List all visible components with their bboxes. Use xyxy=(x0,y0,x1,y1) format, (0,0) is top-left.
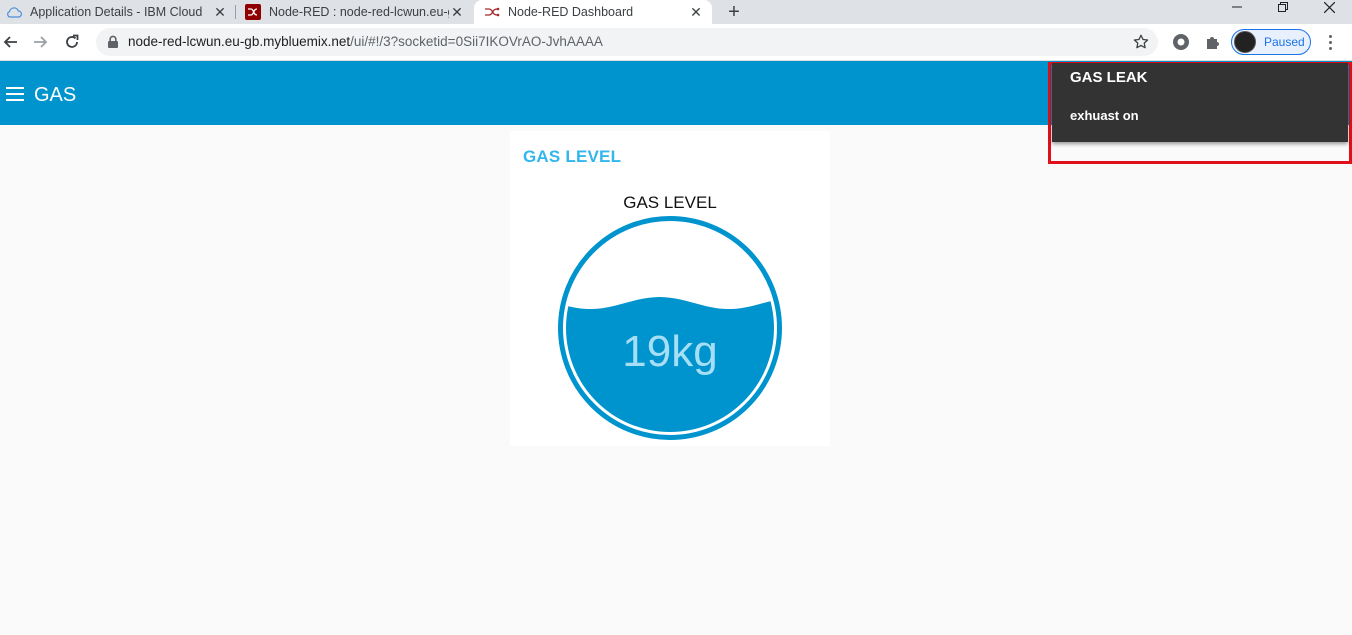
page-title: GAS xyxy=(34,84,77,106)
toast-title: GAS LEAK xyxy=(1070,69,1148,86)
gas-level-card: GAS LEVEL GAS LEVEL 19kg xyxy=(510,131,830,446)
profile-status: Paused xyxy=(1264,35,1305,49)
url-path: /ui/#!/3?socketid=0Sii7IKOVrAO-JvhAAAA xyxy=(350,34,603,49)
profile-button[interactable]: Paused xyxy=(1231,29,1311,55)
close-tab-icon[interactable]: ✕ xyxy=(688,4,704,20)
browser-menu-icon[interactable] xyxy=(1322,33,1338,51)
tab-separator xyxy=(235,5,236,19)
toast-message: exhuast on xyxy=(1070,108,1139,123)
browser-toolbar: node-red-lcwun.eu-gb.mybluemix.net/ui/#!… xyxy=(0,24,1352,61)
address-bar[interactable]: node-red-lcwun.eu-gb.mybluemix.net/ui/#!… xyxy=(96,28,1158,56)
close-window-button[interactable] xyxy=(1306,0,1352,14)
url-text: node-red-lcwun.eu-gb.mybluemix.net/ui/#!… xyxy=(128,34,603,49)
forward-button[interactable] xyxy=(29,31,51,53)
close-tab-icon[interactable]: ✕ xyxy=(212,4,228,20)
menu-icon[interactable] xyxy=(6,87,24,101)
group-title: GAS LEVEL xyxy=(523,147,622,166)
tab-node-red-dashboard[interactable]: Node-RED Dashboard ✕ xyxy=(474,0,712,24)
node-red-icon xyxy=(245,4,261,20)
reload-button[interactable] xyxy=(61,31,83,53)
minimize-button[interactable] xyxy=(1214,0,1260,14)
lock-icon[interactable] xyxy=(106,35,120,49)
cloud-icon xyxy=(6,4,22,20)
gauge-value: 19kg xyxy=(622,327,718,376)
back-button[interactable] xyxy=(0,31,22,53)
browser-tab-strip: Application Details - IBM Cloud ✕ Node-R… xyxy=(0,0,1352,24)
notification-toast[interactable]: GAS LEAK exhuast on xyxy=(1052,63,1348,142)
node-red-icon xyxy=(484,4,500,20)
tab-title: Node-RED Dashboard xyxy=(508,5,634,19)
puzzle-extensions-icon[interactable] xyxy=(1204,33,1222,51)
new-tab-button[interactable]: + xyxy=(723,0,745,24)
bookmark-star-icon[interactable] xyxy=(1132,33,1150,51)
restore-button[interactable] xyxy=(1260,0,1306,14)
avatar xyxy=(1234,31,1256,53)
close-tab-icon[interactable]: ✕ xyxy=(449,4,465,20)
tab-title: Node-RED : node-red-lcwun.eu-g xyxy=(269,5,449,19)
url-host: node-red-lcwun.eu-gb.mybluemix.net xyxy=(128,34,351,49)
gauge-label: GAS LEVEL xyxy=(623,193,717,212)
tab-ibm-cloud[interactable]: Application Details - IBM Cloud ✕ xyxy=(6,0,228,24)
tab-node-red-editor[interactable]: Node-RED : node-red-lcwun.eu-g ✕ xyxy=(245,0,465,24)
tab-title: Application Details - IBM Cloud xyxy=(30,5,203,19)
extension-icon[interactable] xyxy=(1172,33,1190,51)
